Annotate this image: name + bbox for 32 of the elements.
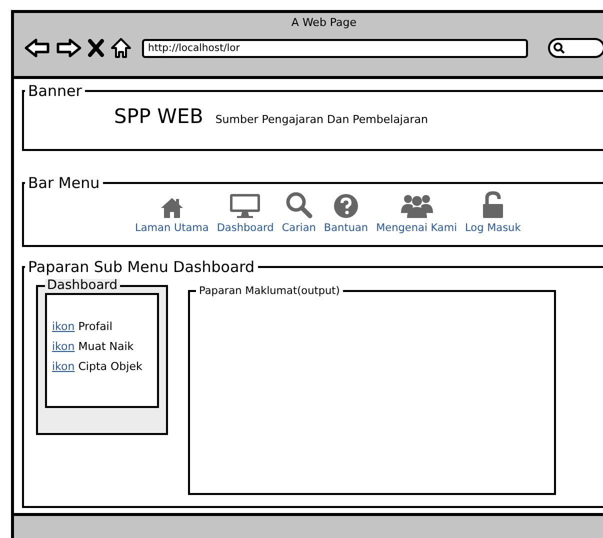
window-title: A Web Page [290, 15, 358, 29]
menu-link[interactable]: Log Masuk [462, 191, 524, 234]
menu-link[interactable]: Carian [278, 191, 319, 234]
panel-title: Bar Menu [27, 175, 101, 191]
search-icon [284, 191, 313, 219]
home-icon [160, 197, 184, 219]
site-title: SPP WEB [114, 104, 204, 128]
menu-link[interactable]: Laman Utama [132, 197, 212, 234]
back-icon[interactable] [24, 38, 50, 58]
ikon-link[interactable]: ikon [52, 320, 75, 333]
panel-title: Paparan Maklumat(output) [198, 285, 341, 297]
ikon-link[interactable]: ikon [52, 340, 75, 353]
unlock-icon [482, 191, 504, 219]
address-field[interactable]: http://localhost/lor [142, 38, 528, 58]
home-icon[interactable] [110, 37, 132, 59]
ikon-link[interactable]: ikon [52, 360, 75, 373]
menu-link[interactable]: Bantuan [320, 193, 372, 234]
submenu-item: ikon Profail [52, 319, 114, 335]
site-subtitle: Sumber Pengajaran Dan Pembelajaran [215, 113, 428, 126]
people-icon [400, 193, 433, 219]
submenu-item: ikon Muat Naik [52, 339, 135, 355]
menu-link[interactable]: Mengenai Kami [373, 193, 460, 234]
help-icon [332, 193, 359, 219]
monitor-icon [229, 193, 262, 219]
panel-title: Banner [27, 83, 83, 99]
menu-link[interactable]: Dashboard [214, 193, 277, 234]
search-icon [553, 42, 565, 54]
close-icon[interactable] [88, 39, 104, 57]
panel-title: Paparan Sub Menu Dashboard [27, 259, 256, 275]
submenu-item: ikon Cipta Objek [52, 359, 144, 375]
forward-icon[interactable] [56, 38, 82, 58]
search-field[interactable] [548, 38, 603, 58]
